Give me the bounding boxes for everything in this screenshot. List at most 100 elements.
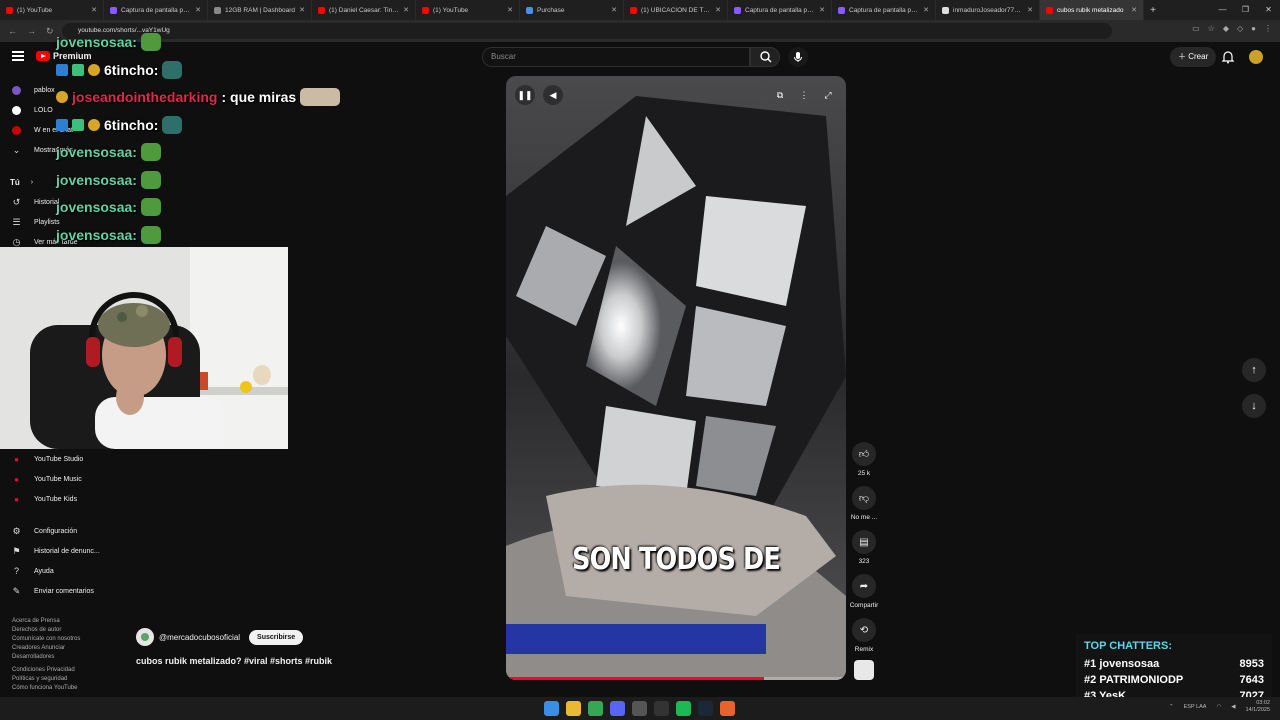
new-tab-icon[interactable]: + xyxy=(1144,5,1162,16)
clock[interactable]: 03:02 14/1/2025 xyxy=(1246,700,1270,714)
browser-tab[interactable]: Captura de pantalla por Lightshot ✕ xyxy=(728,0,832,20)
address-bar[interactable]: youtube.com/shorts/...vaY1wUg xyxy=(62,23,1112,39)
comments-button[interactable]: ▤ 323 xyxy=(846,530,882,565)
extension-icon[interactable]: ◆ xyxy=(1223,24,1229,33)
like-button[interactable]: 👍︎ 25 k xyxy=(846,442,882,477)
browser-tab[interactable]: (1) YouTube ✕ xyxy=(416,0,520,20)
video-title[interactable]: cubos rubik metalizado? #viral #shorts #… xyxy=(136,656,332,666)
avatar-icon xyxy=(10,104,23,117)
close-window-icon[interactable]: ✕ xyxy=(1257,0,1280,20)
forward-icon[interactable]: → xyxy=(27,26,36,36)
hamburger-menu-icon[interactable] xyxy=(12,51,24,61)
language-indicator[interactable]: ESP LAA xyxy=(1184,704,1207,710)
back-icon[interactable]: ← xyxy=(8,26,17,36)
browser-tab[interactable]: (1) Daniel Caesar: Tiny Desk ✕ xyxy=(312,0,416,20)
minimize-icon[interactable]: — xyxy=(1211,0,1234,20)
tab-close-icon[interactable]: ✕ xyxy=(507,6,513,14)
tab-close-icon[interactable]: ✕ xyxy=(1131,6,1137,14)
install-icon[interactable]: ▭ xyxy=(1192,24,1200,33)
tab-close-icon[interactable]: ✕ xyxy=(403,6,409,14)
sidebar-item[interactable]: pablox xyxy=(10,82,55,98)
network-icon[interactable]: ◠ xyxy=(1216,704,1221,710)
dislike-button[interactable]: 👎︎ No me ... xyxy=(846,486,882,521)
footer-link[interactable]: Condiciones Privacidad xyxy=(12,666,112,675)
chat-username: 6tincho: xyxy=(104,116,159,133)
chevron-up-icon[interactable]: ⌃ xyxy=(1169,704,1174,710)
footer-link[interactable]: Cómo funciona YouTube xyxy=(12,684,112,693)
video-progress-bar[interactable] xyxy=(506,677,846,680)
channel-thumbnail-button[interactable] xyxy=(846,660,882,684)
discord-icon[interactable] xyxy=(610,701,625,716)
sidebar-item[interactable]: ⚑ Historial de denunc... xyxy=(10,543,99,559)
browser-tab[interactable]: Captura de pantalla por Lightshot ✕ xyxy=(832,0,936,20)
footer-link[interactable]: Comunícate con nosotros xyxy=(12,635,112,644)
voice-search-button[interactable] xyxy=(788,47,808,67)
browser-tab[interactable]: (1) UBICACIÓN DE TODOS ✕ xyxy=(624,0,728,20)
browser-tab[interactable]: 12GB RAM | Dashboard ✕ xyxy=(208,0,312,20)
volume-tray-icon[interactable]: ◀ xyxy=(1231,704,1235,710)
tab-close-icon[interactable]: ✕ xyxy=(715,6,721,14)
tab-favicon-icon xyxy=(318,6,325,14)
subscribe-button[interactable]: Suscribirse xyxy=(249,629,304,645)
notifications-bell-icon[interactable] xyxy=(1220,49,1236,65)
browser-tab[interactable]: Purchase ✕ xyxy=(520,0,624,20)
next-short-button[interactable]: ↓ xyxy=(1242,394,1266,418)
channel-avatar[interactable] xyxy=(136,628,154,646)
fullscreen-button[interactable]: ⤢ xyxy=(818,85,838,105)
previous-short-button[interactable]: ↑ xyxy=(1242,358,1266,382)
create-button[interactable]: ＋ Crear xyxy=(1170,47,1217,67)
start-icon[interactable] xyxy=(544,701,559,716)
footer-link[interactable]: Políticas y seguridad xyxy=(12,675,112,684)
browser-tab[interactable]: inmaduroJoseador777 en X✕ xyxy=(936,0,1040,20)
sidebar-item[interactable]: ☰ Playlists xyxy=(10,214,59,230)
obs-icon[interactable] xyxy=(632,701,647,716)
tab-close-icon[interactable]: ✕ xyxy=(819,6,825,14)
pause-button[interactable]: ❚❚ xyxy=(515,85,535,105)
file-explorer-icon[interactable] xyxy=(566,701,581,716)
sidebar-item[interactable]: ✎ Enviar comentarios xyxy=(10,583,94,599)
app-icon[interactable] xyxy=(720,701,735,716)
footer-link[interactable]: Desarrolladores xyxy=(12,653,112,662)
footer-link[interactable]: Acerca de Prensa xyxy=(12,617,112,626)
sidebar-section-you[interactable]: Tú › xyxy=(10,174,33,190)
captions-button[interactable]: ⧉ xyxy=(770,85,790,105)
tab-close-icon[interactable]: ✕ xyxy=(195,6,201,14)
sidebar-item[interactable]: ● YouTube Studio xyxy=(10,451,83,467)
channel-name[interactable]: @mercadocubosoficial xyxy=(159,633,240,642)
reload-icon[interactable]: ↻ xyxy=(46,26,54,37)
tab-close-icon[interactable]: ✕ xyxy=(299,6,305,14)
search-button[interactable] xyxy=(750,47,780,67)
maximize-icon[interactable]: ❐ xyxy=(1234,0,1257,20)
tab-close-icon[interactable]: ✕ xyxy=(91,6,97,14)
share-label: Compartir xyxy=(849,602,879,609)
sidebar-item[interactable]: ● YouTube Kids xyxy=(10,491,77,507)
footer-link[interactable]: Derechos de autor xyxy=(12,626,112,635)
search-input[interactable]: Buscar xyxy=(482,47,750,67)
tab-close-icon[interactable]: ✕ xyxy=(611,6,617,14)
steam-icon[interactable] xyxy=(698,701,713,716)
browser-tab[interactable]: Captura de pantalla por Lightshot ✕ xyxy=(104,0,208,20)
account-avatar[interactable] xyxy=(1249,50,1263,64)
tab-close-icon[interactable]: ✕ xyxy=(1027,6,1033,14)
chrome-icon[interactable] xyxy=(588,701,603,716)
share-button[interactable]: ➦ Compartir xyxy=(846,574,882,609)
sidebar-item[interactable]: ● YouTube Music xyxy=(10,471,82,487)
volume-button[interactable]: ◀ xyxy=(543,85,563,105)
extension-icon[interactable]: ◇ xyxy=(1237,24,1243,33)
spotify-icon[interactable] xyxy=(676,701,691,716)
more-options-button[interactable]: ⋮ xyxy=(794,85,814,105)
tab-close-icon[interactable]: ✕ xyxy=(923,6,929,14)
profile-icon[interactable]: ● xyxy=(1251,24,1256,33)
remix-button[interactable]: ⟲ Remix xyxy=(846,618,882,653)
browser-tab[interactable]: (1) YouTube ✕ xyxy=(0,0,104,20)
sidebar-item[interactable]: ↺ Historial xyxy=(10,194,60,210)
shorts-video-player[interactable]: ❚❚ ◀ ⧉ ⋮ ⤢ SON TODOS DE xyxy=(506,76,846,680)
browser-menu-icon[interactable]: ⋮ xyxy=(1264,24,1272,33)
terminal-icon[interactable] xyxy=(654,701,669,716)
sidebar-item[interactable]: ? Ayuda xyxy=(10,563,54,579)
sidebar-item[interactable]: ⚙ Configuración xyxy=(10,523,77,539)
bookmark-star-icon[interactable]: ☆ xyxy=(1208,24,1215,33)
sidebar-item[interactable]: LOLO xyxy=(10,102,53,118)
browser-tab[interactable]: cubos rubik metalizado ✕ xyxy=(1040,0,1144,20)
footer-link[interactable]: Creadores Anunciar xyxy=(12,644,112,653)
